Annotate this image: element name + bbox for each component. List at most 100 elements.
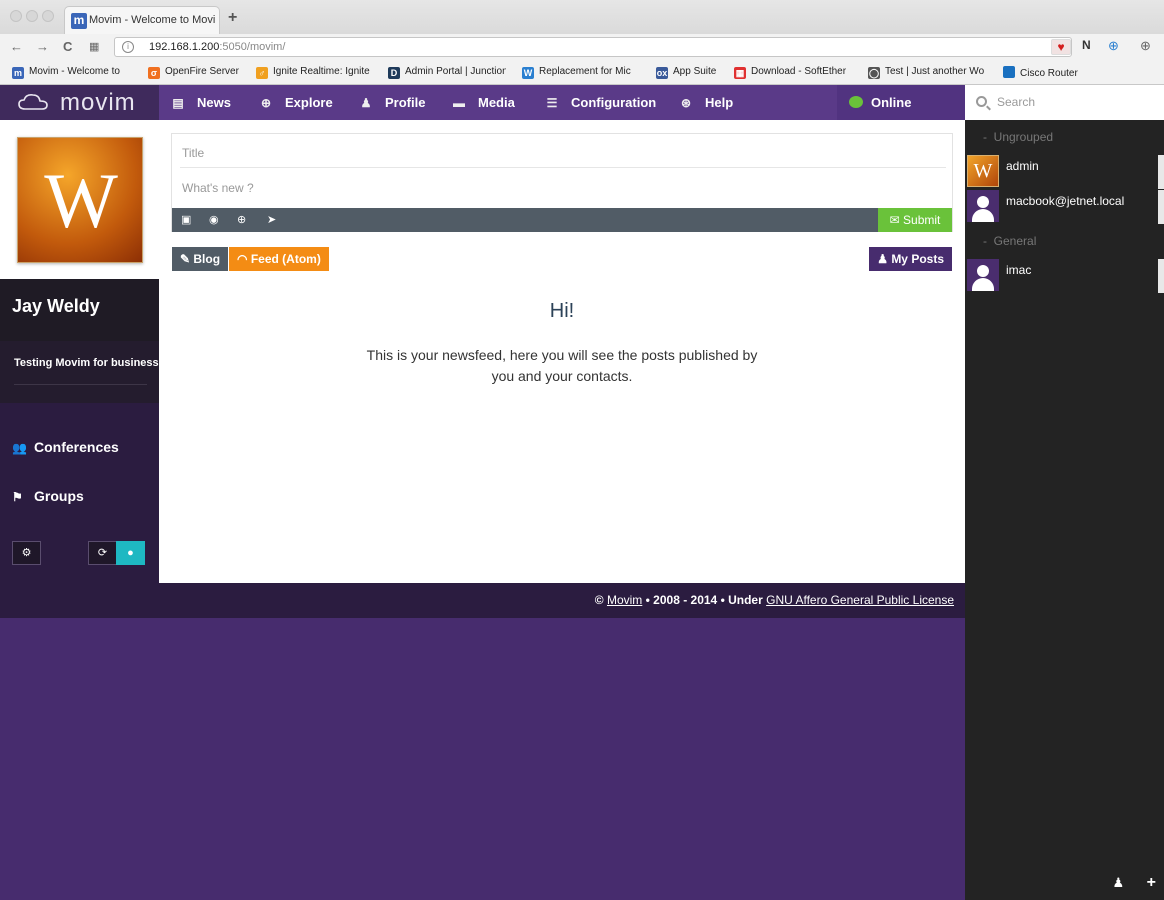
roster-actions: ♟ + bbox=[1113, 874, 1156, 892]
wordpress-icon: ◯ bbox=[868, 67, 880, 79]
visibility-globe-icon[interactable]: ⊕ bbox=[237, 213, 246, 226]
movim-favicon-icon: m bbox=[71, 13, 87, 29]
submit-button[interactable]: ✉ Submit bbox=[878, 208, 952, 232]
bookmark-label: Test | Just another Wo bbox=[885, 66, 985, 77]
sidebar-item-label: Conferences bbox=[34, 439, 119, 455]
bookmark-item[interactable]: σ OpenFire Server bbox=[148, 66, 244, 79]
extension-n-icon[interactable]: N bbox=[1082, 38, 1091, 52]
title-field[interactable]: Title bbox=[182, 146, 204, 160]
apps-grid-icon[interactable]: ▦ bbox=[89, 40, 99, 53]
profile-status[interactable]: Testing Movim for business bbox=[14, 357, 159, 369]
blog-button[interactable]: ✎ Blog bbox=[172, 247, 229, 271]
sidebar-item-groups[interactable]: ⚑ Groups bbox=[12, 488, 84, 504]
add-icon[interactable]: + bbox=[1147, 874, 1156, 891]
logo-text: movim bbox=[60, 89, 136, 116]
sidebar-item-conferences[interactable]: 👥 Conferences bbox=[12, 439, 119, 455]
user-icon: ♟ bbox=[360, 96, 372, 110]
my-posts-label: My Posts bbox=[891, 252, 944, 266]
bookmark-item[interactable]: D Admin Portal | Junction bbox=[388, 66, 506, 79]
blog-label: Blog bbox=[193, 252, 221, 266]
movim-link[interactable]: Movim bbox=[607, 593, 642, 607]
group-header-general[interactable]: - General bbox=[983, 234, 1036, 248]
download-extension-icon[interactable]: ⊕ bbox=[1108, 38, 1119, 54]
folder-icon: ▬ bbox=[453, 96, 465, 110]
rss-icon: ◠ bbox=[237, 252, 251, 266]
group-header-ungrouped[interactable]: - Ungrouped bbox=[983, 130, 1053, 144]
nav-help[interactable]: ⊛ Help bbox=[679, 85, 733, 120]
contact-item[interactable]: macbook@jetnet.local bbox=[965, 190, 1164, 224]
greeting-heading: Hi! bbox=[549, 300, 575, 322]
bookmark-icon: ⚑ bbox=[12, 490, 23, 504]
composer-divider bbox=[180, 167, 946, 168]
site-info-icon[interactable]: i bbox=[122, 41, 134, 53]
minimize-window-button[interactable] bbox=[26, 10, 38, 22]
bookmark-item[interactable]: ▦ Download - SoftEther bbox=[734, 66, 854, 79]
contact-item[interactable]: imac bbox=[965, 259, 1164, 293]
post-composer: Title What's new ? ▣ ◉ ⊕ ➤ ✉ Submit bbox=[171, 133, 953, 232]
zoom-window-button[interactable] bbox=[42, 10, 54, 22]
pencil-icon: ✎ bbox=[180, 252, 194, 266]
envelope-icon: ✉ bbox=[889, 213, 904, 227]
bookmark-label: Ignite Realtime: Ignite bbox=[273, 66, 370, 77]
license-link[interactable]: GNU Affero General Public License bbox=[766, 593, 954, 607]
footer: © Movim • 2008 - 2014 • Under GNU Affero… bbox=[0, 583, 965, 618]
nav-configuration[interactable]: ☰ Configuration bbox=[545, 85, 657, 120]
heart-icon[interactable]: ♥ bbox=[1051, 39, 1071, 55]
presence-indicator bbox=[1158, 155, 1164, 189]
back-icon[interactable]: ← bbox=[10, 39, 23, 54]
atom-feed-button[interactable]: ◠ Feed (Atom) bbox=[229, 247, 329, 271]
refresh-button[interactable]: ⟳ bbox=[88, 541, 117, 565]
bookmark-item[interactable]: ◯ Test | Just another Wo bbox=[868, 66, 986, 79]
browser-tab[interactable]: m Movim - Welcome to Movim bbox=[64, 6, 220, 34]
search-input[interactable] bbox=[997, 93, 1157, 111]
nav-profile[interactable]: ♟ Profile bbox=[359, 85, 426, 120]
avatar[interactable]: W bbox=[17, 137, 143, 263]
contact-item[interactable]: W admin bbox=[965, 155, 1164, 189]
address-bar[interactable]: i 192.168.1.200:5050/movim/ ♥ bbox=[114, 37, 1072, 57]
roster-search bbox=[965, 85, 1164, 120]
presence-indicator bbox=[1158, 259, 1164, 293]
app-suite-icon: ox bbox=[656, 67, 668, 79]
bookmark-item[interactable]: ♂ Ignite Realtime: Ignite bbox=[256, 66, 376, 79]
footer-middle-text: • 2008 - 2014 • Under bbox=[645, 593, 763, 607]
close-window-button[interactable] bbox=[10, 10, 22, 22]
add-contact-icon[interactable]: ♟ bbox=[1113, 875, 1125, 890]
globe-icon: ⊕ bbox=[260, 96, 272, 110]
bookmark-label: Download - SoftEther bbox=[751, 66, 847, 77]
forward-icon[interactable]: → bbox=[36, 39, 49, 54]
bookmark-item[interactable]: m Movim - Welcome to bbox=[12, 66, 130, 79]
openfire-icon: σ bbox=[148, 67, 160, 79]
tab-title: Movim - Welcome to Movim bbox=[89, 14, 215, 26]
chat-icon: ● bbox=[127, 547, 134, 559]
main-content: Title What's new ? ▣ ◉ ⊕ ➤ ✉ Submit ✎ Bl… bbox=[159, 120, 965, 583]
url-path: :5050/movim/ bbox=[219, 41, 286, 53]
bookmark-item[interactable]: ox App Suite bbox=[656, 66, 726, 79]
preview-eye-icon[interactable]: ◉ bbox=[209, 213, 219, 226]
image-icon[interactable]: ▣ bbox=[181, 213, 191, 226]
presence-button[interactable]: Online bbox=[837, 85, 965, 120]
location-arrow-icon[interactable]: ➤ bbox=[267, 213, 276, 226]
group-name: Ungrouped bbox=[993, 130, 1054, 144]
sidebar-item-label: Groups bbox=[34, 488, 84, 504]
nav-media[interactable]: ▬ Media bbox=[452, 85, 515, 120]
bookmark-item[interactable]: W Replacement for Mic bbox=[522, 66, 640, 79]
browser-toolbar: ← → C ▦ i 192.168.1.200:5050/movim/ ♥ N … bbox=[0, 34, 1164, 60]
nav-news[interactable]: ▤ News bbox=[171, 85, 231, 120]
bookmark-label: Cisco Router bbox=[1020, 68, 1078, 79]
chat-button[interactable]: ● bbox=[116, 541, 145, 565]
movim-logo[interactable]: movim bbox=[0, 85, 159, 120]
nav-configuration-label: Configuration bbox=[571, 95, 657, 110]
post-body-field[interactable]: What's new ? bbox=[182, 181, 254, 195]
url-text[interactable]: 192.168.1.200:5050/movim/ bbox=[149, 41, 285, 53]
reload-icon[interactable]: C bbox=[63, 39, 72, 54]
default-avatar-icon bbox=[967, 190, 999, 222]
my-posts-button[interactable]: ♟ My Posts bbox=[869, 247, 952, 271]
newsfeed-intro: This is your newsfeed, here you will see… bbox=[366, 347, 758, 384]
downloads-icon[interactable]: ⊕ bbox=[1140, 38, 1151, 54]
new-tab-button[interactable]: + bbox=[228, 9, 237, 27]
cloud-icon bbox=[18, 94, 48, 110]
settings-button[interactable]: ⚙ bbox=[12, 541, 41, 565]
bookmark-item[interactable]: Cisco Router bbox=[1003, 66, 1083, 79]
contact-name: imac bbox=[1006, 263, 1032, 277]
nav-explore[interactable]: ⊕ Explore bbox=[259, 85, 333, 120]
